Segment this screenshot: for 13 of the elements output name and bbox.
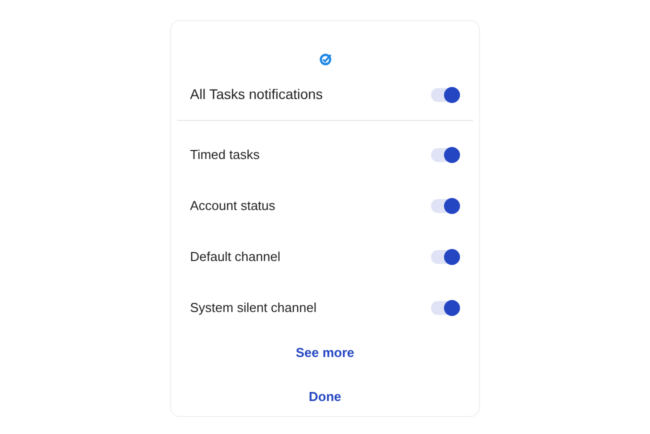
setting-label: Default channel xyxy=(190,248,280,266)
text-button[interactable]: Done xyxy=(300,384,350,408)
toggle-switch[interactable] xyxy=(431,300,460,314)
toggle-switch[interactable] xyxy=(431,250,460,264)
setting-label: Timed tasks xyxy=(190,146,260,164)
check-target-icon xyxy=(318,53,332,66)
setting-label: System silent channel xyxy=(190,298,316,317)
toggle-switch[interactable] xyxy=(431,148,460,162)
toggle-switch[interactable] xyxy=(431,88,460,102)
setting-label: All Tasks notifications xyxy=(190,85,323,104)
toggle-switch[interactable] xyxy=(431,198,460,212)
text-button[interactable]: See more xyxy=(288,341,362,364)
setting-label: Account status xyxy=(190,196,276,215)
